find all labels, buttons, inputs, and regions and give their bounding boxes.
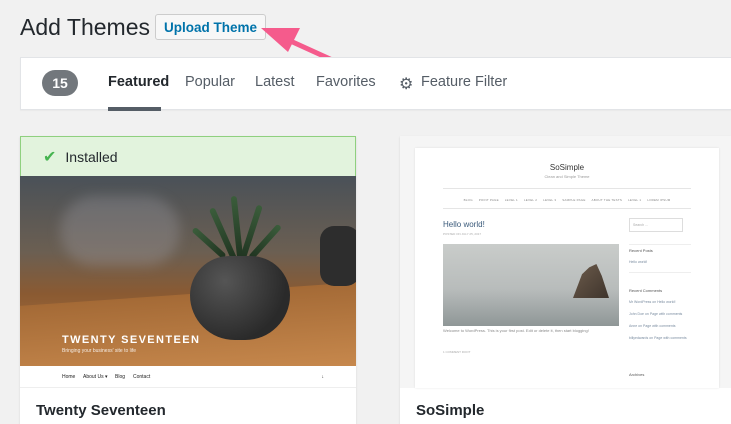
- theme-screenshot[interactable]: TWENTY SEVENTEEN Bringing your business'…: [20, 176, 356, 366]
- theme-screenshot[interactable]: SoSimple Clean and Simple Theme BLOG POIN…: [400, 136, 731, 388]
- tab-featured[interactable]: Featured: [108, 74, 169, 90]
- theme-card-twenty-seventeen[interactable]: ✔ Installed TWENTY SEVENTEEN Bringing yo…: [20, 136, 356, 424]
- checkmark-icon: ✔: [43, 148, 57, 166]
- theme-filter-bar: 15 Featured Popular Latest Favorites ⚙ F…: [20, 57, 731, 111]
- screenshot-post-title: Hello world!: [443, 220, 485, 229]
- screenshot-tagline: Clean and Simple Theme: [544, 174, 590, 179]
- plant-pot: [190, 256, 290, 340]
- theme-name: SoSimple: [416, 402, 485, 419]
- background-plant: [320, 226, 356, 286]
- upload-theme-button[interactable]: Upload Theme: [155, 14, 266, 40]
- screenshot-menu: BLOG POINT PAGE LEVEL 1 LEVEL 2 LEVEL 3 SAMPL…: [463, 198, 671, 202]
- down-arrow-icon: ↓: [321, 374, 325, 380]
- theme-count-badge: 15: [42, 70, 78, 96]
- gear-icon[interactable]: ⚙: [399, 74, 413, 94]
- active-tab-indicator: [108, 107, 161, 111]
- tab-favorites[interactable]: Favorites: [316, 74, 376, 90]
- theme-name: Twenty Seventeen: [36, 402, 166, 419]
- screenshot-nav: Home About Us ▾ Blog Contact ↓: [20, 366, 356, 388]
- tab-latest[interactable]: Latest: [255, 74, 295, 90]
- installed-notice: ✔ Installed: [20, 136, 356, 176]
- screenshot-site-title: SoSimple: [549, 163, 585, 172]
- theme-card-sosimple[interactable]: SoSimple Clean and Simple Theme BLOG POIN…: [400, 136, 731, 424]
- screenshot-post-image: [443, 244, 619, 326]
- installed-label: Installed: [65, 148, 118, 165]
- tab-popular[interactable]: Popular: [185, 74, 235, 90]
- screenshot-tagline: Bringing your business' site to life: [62, 348, 137, 354]
- page-title: Add Themes: [20, 14, 150, 40]
- screenshot-site-title: TWENTY SEVENTEEN: [62, 334, 201, 346]
- feature-filter-button[interactable]: Feature Filter: [421, 74, 507, 90]
